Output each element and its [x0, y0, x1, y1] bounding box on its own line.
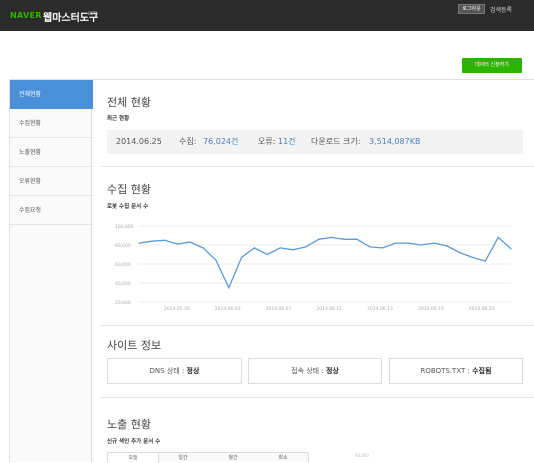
chart-y-tick-label: 80,000: [115, 243, 131, 249]
section-divider: [100, 325, 534, 326]
chart-data-point[interactable]: [394, 242, 397, 244]
stats-download-label: 다운로드 크기:: [311, 137, 361, 146]
chart-data-point[interactable]: [266, 253, 268, 256]
chart-data-point[interactable]: [279, 247, 281, 249]
chart-y-tick-label: 20,000: [115, 300, 131, 306]
exposure-chart-tick: 40,000: [355, 453, 369, 458]
connection-status-value: 정상: [325, 367, 339, 375]
collection-line-chart: 100,000 80,000 60,000 40,000 20,000 2014.05.3…: [115, 224, 512, 312]
chart-data-point[interactable]: [164, 239, 166, 241]
chart-data-point[interactable]: [317, 238, 320, 240]
stats-collected-label: 수집:: [179, 137, 197, 146]
chart-data-point[interactable]: [407, 242, 409, 244]
collection-subtitle: 로봇 수집 문서 수: [107, 204, 149, 210]
chart-y-tick-label: 100,000: [115, 224, 134, 230]
site-info-title: 사이트 정보: [107, 339, 162, 352]
chart-y-tick-label: 40,000: [115, 281, 131, 287]
chart-data-point[interactable]: [369, 246, 371, 248]
chart-data-point[interactable]: [343, 238, 345, 240]
chart-x-tick-label: 2014.06.23: [469, 306, 495, 312]
chart-data-point[interactable]: [330, 236, 333, 238]
chart-data-point[interactable]: [433, 242, 435, 244]
connection-status-box: 접속 상태 : 정상: [248, 358, 382, 384]
chart-data-point[interactable]: [189, 241, 191, 243]
sidebar-item-overview[interactable]: 전체현황: [10, 80, 93, 109]
chart-data-point[interactable]: [292, 249, 294, 251]
chart-y-tick-label: 60,000: [115, 262, 131, 268]
data-request-button[interactable]: 데이터 신청하기: [462, 58, 522, 73]
dns-status-label: DNS 상태 :: [149, 367, 185, 375]
robots-status-box: ROBOTS.TXT : 수집됨: [389, 358, 523, 384]
section-divider: [100, 397, 534, 398]
chart-data-point[interactable]: [176, 243, 179, 245]
sidebar-item-exposure[interactable]: 노출현황: [10, 138, 93, 167]
chart-data-point[interactable]: [382, 247, 384, 249]
sidebar: 전체현황 수집현황 노출현황 오류현황 수집요청: [9, 79, 93, 462]
chart-data-point[interactable]: [446, 245, 448, 247]
exposure-subtitle: 신규 색인 추가 문서 수: [107, 439, 161, 445]
chart-x-tick-label: 2014.06.11: [316, 306, 342, 312]
overview-subtitle: 최근 현황: [107, 116, 130, 122]
chart-data-point[interactable]: [215, 259, 217, 261]
overview-stats-bar: 2014.06.25 수집: 76,024건 오류: 11건 다운로드 크기: …: [107, 130, 523, 154]
chart-data-point[interactable]: [241, 256, 243, 258]
chart-x-tick-label: 2014.06.03: [215, 306, 241, 312]
dns-status-box: DNS 상태 : 정상: [107, 358, 242, 384]
exposure-period-tabs: 오늘 일간 월간 최소: [107, 452, 309, 463]
beta-badge: BETA: [88, 11, 99, 16]
section-divider: [100, 166, 534, 167]
logout-button[interactable]: 로그아웃: [458, 4, 485, 14]
sidebar-item-collection-request[interactable]: 수집요청: [10, 196, 93, 225]
chart-data-point[interactable]: [459, 252, 461, 254]
search-register-link[interactable]: 검색등록: [490, 5, 512, 14]
chart-x-tick-label: 2014.06.19: [418, 306, 444, 312]
chart-data-point[interactable]: [138, 242, 140, 244]
overview-title: 전체 현황: [107, 96, 151, 109]
chart-data-point[interactable]: [484, 260, 486, 262]
chart-data-point[interactable]: [253, 247, 256, 249]
connection-status-label: 접속 상태 :: [291, 367, 324, 375]
stats-errors-label: 오류:: [258, 137, 276, 146]
stats-errors-value: 11건: [278, 137, 296, 146]
exposure-title: 노출 현황: [107, 418, 151, 431]
chart-data-point[interactable]: [228, 287, 230, 289]
top-navigation-bar: NAVER 웹마스터도구 BETA 로그아웃 검색등록: [0, 0, 534, 31]
chart-data-point[interactable]: [151, 240, 153, 242]
chart-data-point[interactable]: [356, 238, 358, 240]
chart-data-point[interactable]: [510, 248, 512, 250]
chart-data-point[interactable]: [420, 244, 422, 246]
chart-data-point[interactable]: [202, 247, 204, 249]
stats-download-value: 3,514,087KB: [369, 137, 421, 146]
robots-status-label: ROBOTS.TXT :: [420, 367, 470, 375]
chart-data-point[interactable]: [305, 246, 307, 248]
sidebar-item-errors[interactable]: 오류현황: [10, 167, 93, 196]
chart-x-tick-label: 2014.06.15: [367, 306, 393, 312]
stats-date: 2014.06.25: [116, 137, 162, 146]
collection-title: 수집 현황: [107, 183, 151, 196]
sidebar-item-collection[interactable]: 수집현황: [10, 109, 93, 138]
chart-x-tick-label: 2014.05.30: [164, 306, 190, 312]
chart-x-tick-label: 2014.06.07: [266, 306, 292, 312]
chart-data-point[interactable]: [471, 256, 474, 258]
stats-collected-value: 76,024건: [203, 137, 239, 146]
dns-status-value: 정상: [186, 367, 200, 375]
naver-logo[interactable]: NAVER: [10, 11, 42, 20]
chart-data-point[interactable]: [497, 236, 499, 238]
robots-status-value: 수집됨: [472, 367, 492, 375]
